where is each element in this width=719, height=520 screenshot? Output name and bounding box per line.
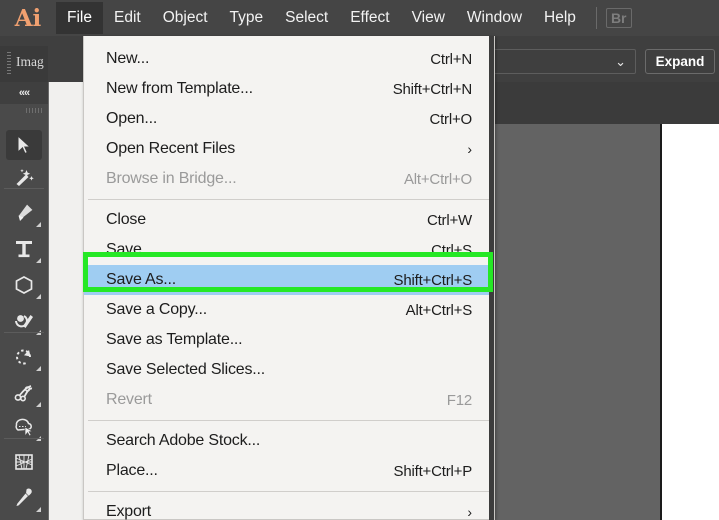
expand-button[interactable]: Expand [645, 49, 715, 74]
menu-item-save-a-copy[interactable]: Save a Copy... Alt+Ctrl+S [84, 295, 494, 325]
menu-item-shortcut: Ctrl+O [429, 110, 472, 128]
menu-item-label: Save a Copy... [106, 301, 207, 318]
menu-item-label: Search Adobe Stock... [106, 432, 261, 449]
menu-select[interactable]: Select [274, 2, 339, 34]
bridge-badge-icon[interactable]: Br [605, 8, 632, 28]
menu-item-shortcut: Alt+Ctrl+S [405, 301, 473, 319]
menu-help[interactable]: Help [533, 2, 587, 34]
menu-item-open-recent-files[interactable]: Open Recent Files › [84, 134, 494, 164]
menu-item-new-from-template[interactable]: New from Template... Shift+Ctrl+N [84, 74, 494, 104]
menu-item-shortcut: Ctrl+N [430, 50, 472, 68]
file-menu-dropdown: New... Ctrl+N New from Template... Shift+Ct… [83, 36, 495, 520]
selection-tool[interactable] [6, 130, 42, 160]
menu-item-label: Revert [106, 391, 152, 408]
scissors-tool[interactable] [6, 378, 42, 408]
menu-item-close[interactable]: Close Ctrl+W [84, 205, 494, 235]
panel-tab-image[interactable]: Imag [16, 54, 44, 70]
tool-separator [4, 332, 44, 333]
menu-separator [88, 491, 490, 492]
menu-item-label: Export [106, 503, 152, 520]
menu-right-edge [489, 36, 494, 520]
rotate-tool[interactable] [6, 342, 42, 372]
eyedropper-tool[interactable] [6, 483, 42, 513]
menu-item-shortcut: Ctrl+S [431, 241, 472, 259]
menu-bar: Ai File Edit Object Type Select Effect V… [0, 0, 719, 36]
collapse-panel-button[interactable]: «« [0, 82, 48, 104]
menu-type[interactable]: Type [219, 2, 275, 34]
file-menu-list: New... Ctrl+N New from Template... Shift+Ct… [84, 36, 494, 520]
tool-more-indicator-icon [36, 402, 41, 407]
left-light-gutter [49, 82, 83, 520]
menu-item-shortcut: Shift+Ctrl+P [393, 462, 473, 480]
menu-item-new[interactable]: New... Ctrl+N [84, 44, 494, 74]
chevron-down-icon: ⌄ [615, 54, 626, 69]
menu-item-shortcut: Ctrl+W [426, 211, 472, 229]
menu-object[interactable]: Object [152, 2, 219, 34]
chevron-right-icon: › [467, 141, 472, 157]
tools-panel-drag-dots[interactable] [26, 108, 42, 113]
menu-item-place[interactable]: Place... Shift+Ctrl+P [84, 456, 494, 486]
menu-item-save-selected-slices[interactable]: Save Selected Slices... [84, 355, 494, 385]
menu-separator [88, 420, 490, 421]
menu-view[interactable]: View [401, 2, 456, 34]
chevron-right-icon: › [467, 504, 472, 520]
menu-item-label: Save [106, 241, 142, 258]
menu-item-label: Save As... [106, 271, 177, 288]
type-tool[interactable] [6, 234, 42, 264]
menu-item-label: New... [106, 50, 150, 67]
tool-separator [4, 188, 44, 189]
tool-separator [4, 438, 44, 439]
menu-item-label: Place... [106, 462, 158, 479]
menu-item-export[interactable]: Export › [84, 497, 494, 520]
tool-more-indicator-icon [36, 507, 41, 512]
menu-item-save[interactable]: Save Ctrl+S [84, 235, 494, 265]
menu-item-label: Browse in Bridge... [106, 170, 237, 187]
menu-item-shortcut: Shift+Ctrl+N [392, 80, 472, 98]
menu-window[interactable]: Window [456, 2, 533, 34]
menu-item-save-as-template[interactable]: Save as Template... [84, 325, 494, 355]
menu-item-shortcut: Shift+Ctrl+S [393, 271, 473, 289]
artboard[interactable] [660, 124, 719, 520]
perspective-grid-tool[interactable] [6, 447, 42, 477]
menu-item-revert: Revert F12 [84, 385, 494, 415]
menu-item-label: Open Recent Files [106, 140, 236, 157]
pen-tool[interactable] [6, 198, 42, 228]
menu-item-browse-in-bridge: Browse in Bridge... Alt+Ctrl+O [84, 164, 494, 194]
menu-edit[interactable]: Edit [103, 2, 152, 34]
menu-separator [88, 199, 490, 200]
menu-item-shortcut: F12 [446, 391, 472, 409]
menu-item-label: Save Selected Slices... [106, 361, 266, 378]
tool-more-indicator-icon [36, 294, 41, 299]
tool-more-indicator-icon [36, 222, 41, 227]
menu-effect[interactable]: Effect [339, 2, 400, 34]
tool-more-indicator-icon [36, 366, 41, 371]
menu-item-save-as[interactable]: Save As... Shift+Ctrl+S [84, 265, 494, 295]
menu-file[interactable]: File [56, 2, 103, 34]
polygon-shape-tool[interactable] [6, 270, 42, 300]
menu-item-label: Open... [106, 110, 158, 127]
tool-more-indicator-icon [36, 258, 41, 263]
menu-item-open[interactable]: Open... Ctrl+O [84, 104, 494, 134]
left-panel-grip[interactable] [7, 52, 11, 74]
menu-item-label: Close [106, 211, 146, 228]
illustrator-logo: Ai [0, 0, 56, 36]
menu-item-label: Save as Template... [106, 331, 243, 348]
menu-item-shortcut: Alt+Ctrl+O [403, 170, 472, 188]
menu-item-label: New from Template... [106, 80, 253, 97]
menu-bar-divider [595, 7, 597, 29]
illustrator-window: t ⌄ Expand Imag «« [0, 0, 719, 520]
menu-item-search-adobe-stock[interactable]: Search Adobe Stock... [84, 426, 494, 456]
